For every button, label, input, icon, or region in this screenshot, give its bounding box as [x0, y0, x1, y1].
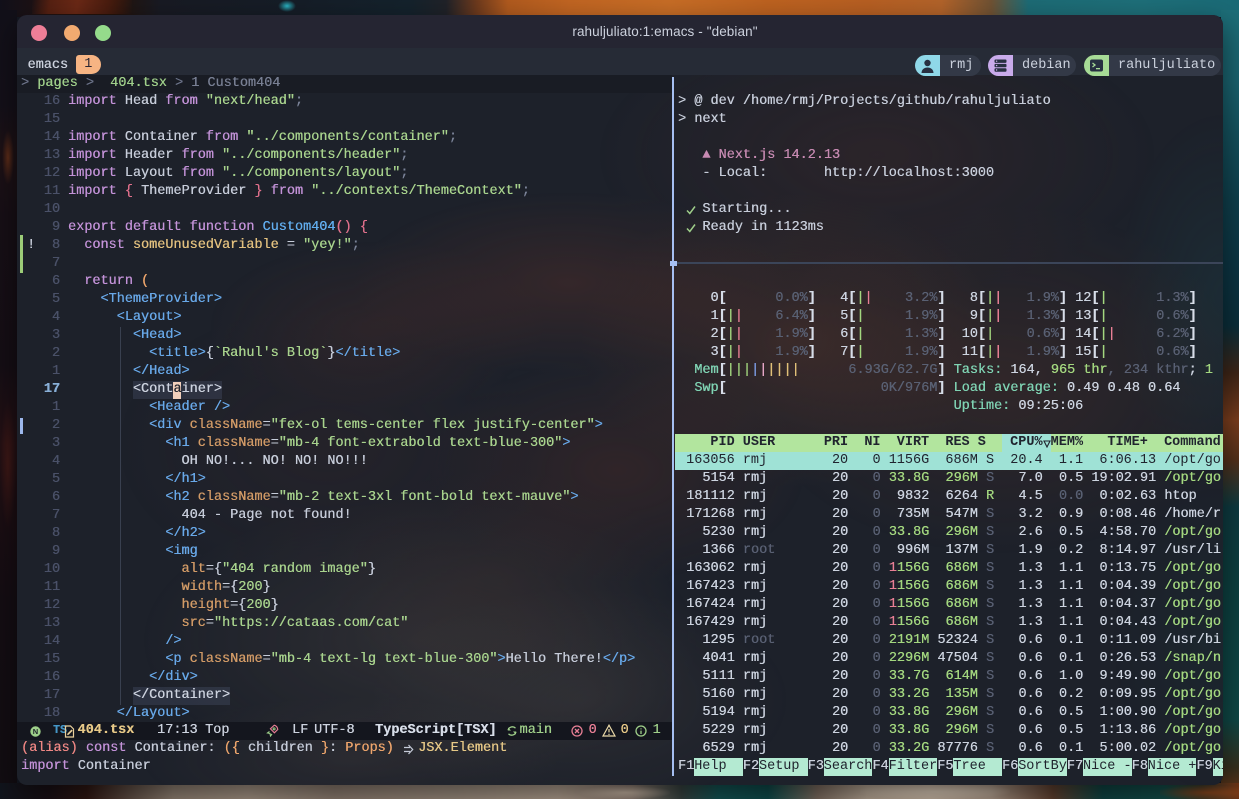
- svg-text:N: N: [33, 727, 38, 736]
